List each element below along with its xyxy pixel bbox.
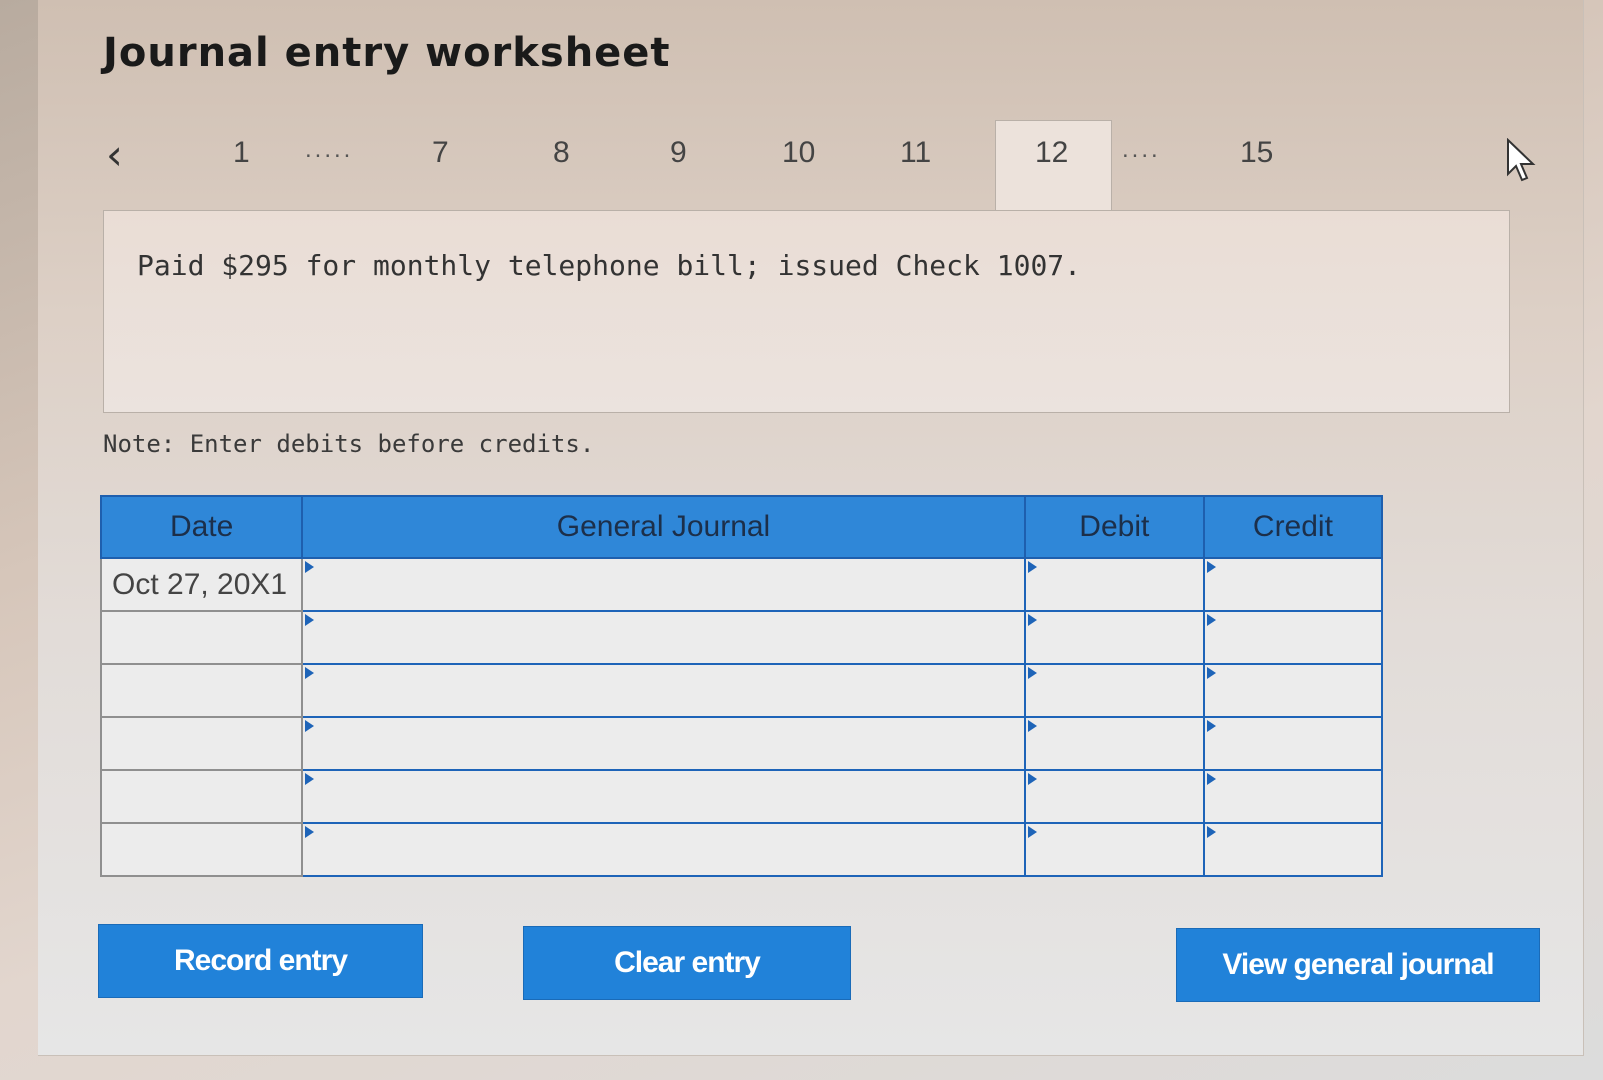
- page-ellipsis: .....: [305, 136, 354, 163]
- date-cell[interactable]: [99, 716, 304, 771]
- journal-table: Date General Journal Debit Credit Oct 27…: [99, 495, 1384, 877]
- account-select[interactable]: [301, 716, 1026, 771]
- credit-input[interactable]: [1202, 769, 1384, 824]
- page-link-11[interactable]: 11: [900, 136, 931, 170]
- chevron-left-icon[interactable]: ‹: [106, 130, 123, 179]
- page-link-12[interactable]: 12: [1035, 136, 1068, 170]
- page-link-15[interactable]: 15: [1240, 136, 1273, 170]
- debit-column-header: Debit: [1023, 495, 1205, 559]
- account-select[interactable]: [301, 557, 1026, 612]
- general-journal-column-header: General Journal: [301, 495, 1026, 559]
- table-row: [99, 822, 1384, 877]
- page-link-10[interactable]: 10: [782, 136, 815, 170]
- clear-entry-button[interactable]: Clear entry: [523, 926, 851, 1000]
- question-text: Paid $295 for monthly telephone bill; is…: [137, 249, 1082, 282]
- table-row: Oct 27, 20X1: [99, 557, 1384, 612]
- view-general-journal-button[interactable]: View general journal: [1176, 928, 1540, 1002]
- page-link-1[interactable]: 1: [233, 136, 250, 170]
- credit-input[interactable]: [1202, 610, 1384, 665]
- record-entry-button[interactable]: Record entry: [98, 924, 423, 998]
- date-cell[interactable]: [99, 822, 304, 877]
- journal-header-row: Date General Journal Debit Credit: [99, 495, 1384, 559]
- table-row: [99, 663, 1384, 718]
- note-text: Note: Enter debits before credits.: [103, 430, 595, 458]
- credit-column-header: Credit: [1202, 495, 1384, 559]
- date-cell[interactable]: [99, 610, 304, 665]
- page-link-7[interactable]: 7: [432, 136, 449, 170]
- question-box: Paid $295 for monthly telephone bill; is…: [103, 210, 1510, 413]
- debit-input[interactable]: [1023, 716, 1205, 771]
- mouse-cursor-icon: [1507, 138, 1536, 182]
- page-navigation: ‹ 1 ..... 7 8 9 10 11 12 .... 15: [0, 110, 1603, 219]
- table-row: [99, 610, 1384, 665]
- table-row: [99, 716, 1384, 771]
- debit-input[interactable]: [1023, 663, 1205, 718]
- date-column-header: Date: [99, 495, 304, 559]
- account-select[interactable]: [301, 769, 1026, 824]
- debit-input[interactable]: [1023, 769, 1205, 824]
- credit-input[interactable]: [1202, 557, 1384, 612]
- account-select[interactable]: [301, 663, 1026, 718]
- date-cell[interactable]: [99, 769, 304, 824]
- page-link-8[interactable]: 8: [553, 136, 570, 170]
- page-title: Journal entry worksheet: [103, 30, 671, 76]
- account-select[interactable]: [301, 822, 1026, 877]
- debit-input[interactable]: [1023, 557, 1205, 612]
- date-cell[interactable]: Oct 27, 20X1: [99, 557, 304, 612]
- debit-input[interactable]: [1023, 610, 1205, 665]
- credit-input[interactable]: [1202, 822, 1384, 877]
- page-link-9[interactable]: 9: [670, 136, 687, 170]
- debit-input[interactable]: [1023, 822, 1205, 877]
- account-select[interactable]: [301, 610, 1026, 665]
- table-row: [99, 769, 1384, 824]
- page-ellipsis: ....: [1122, 136, 1161, 163]
- date-cell[interactable]: [99, 663, 304, 718]
- credit-input[interactable]: [1202, 716, 1384, 771]
- credit-input[interactable]: [1202, 663, 1384, 718]
